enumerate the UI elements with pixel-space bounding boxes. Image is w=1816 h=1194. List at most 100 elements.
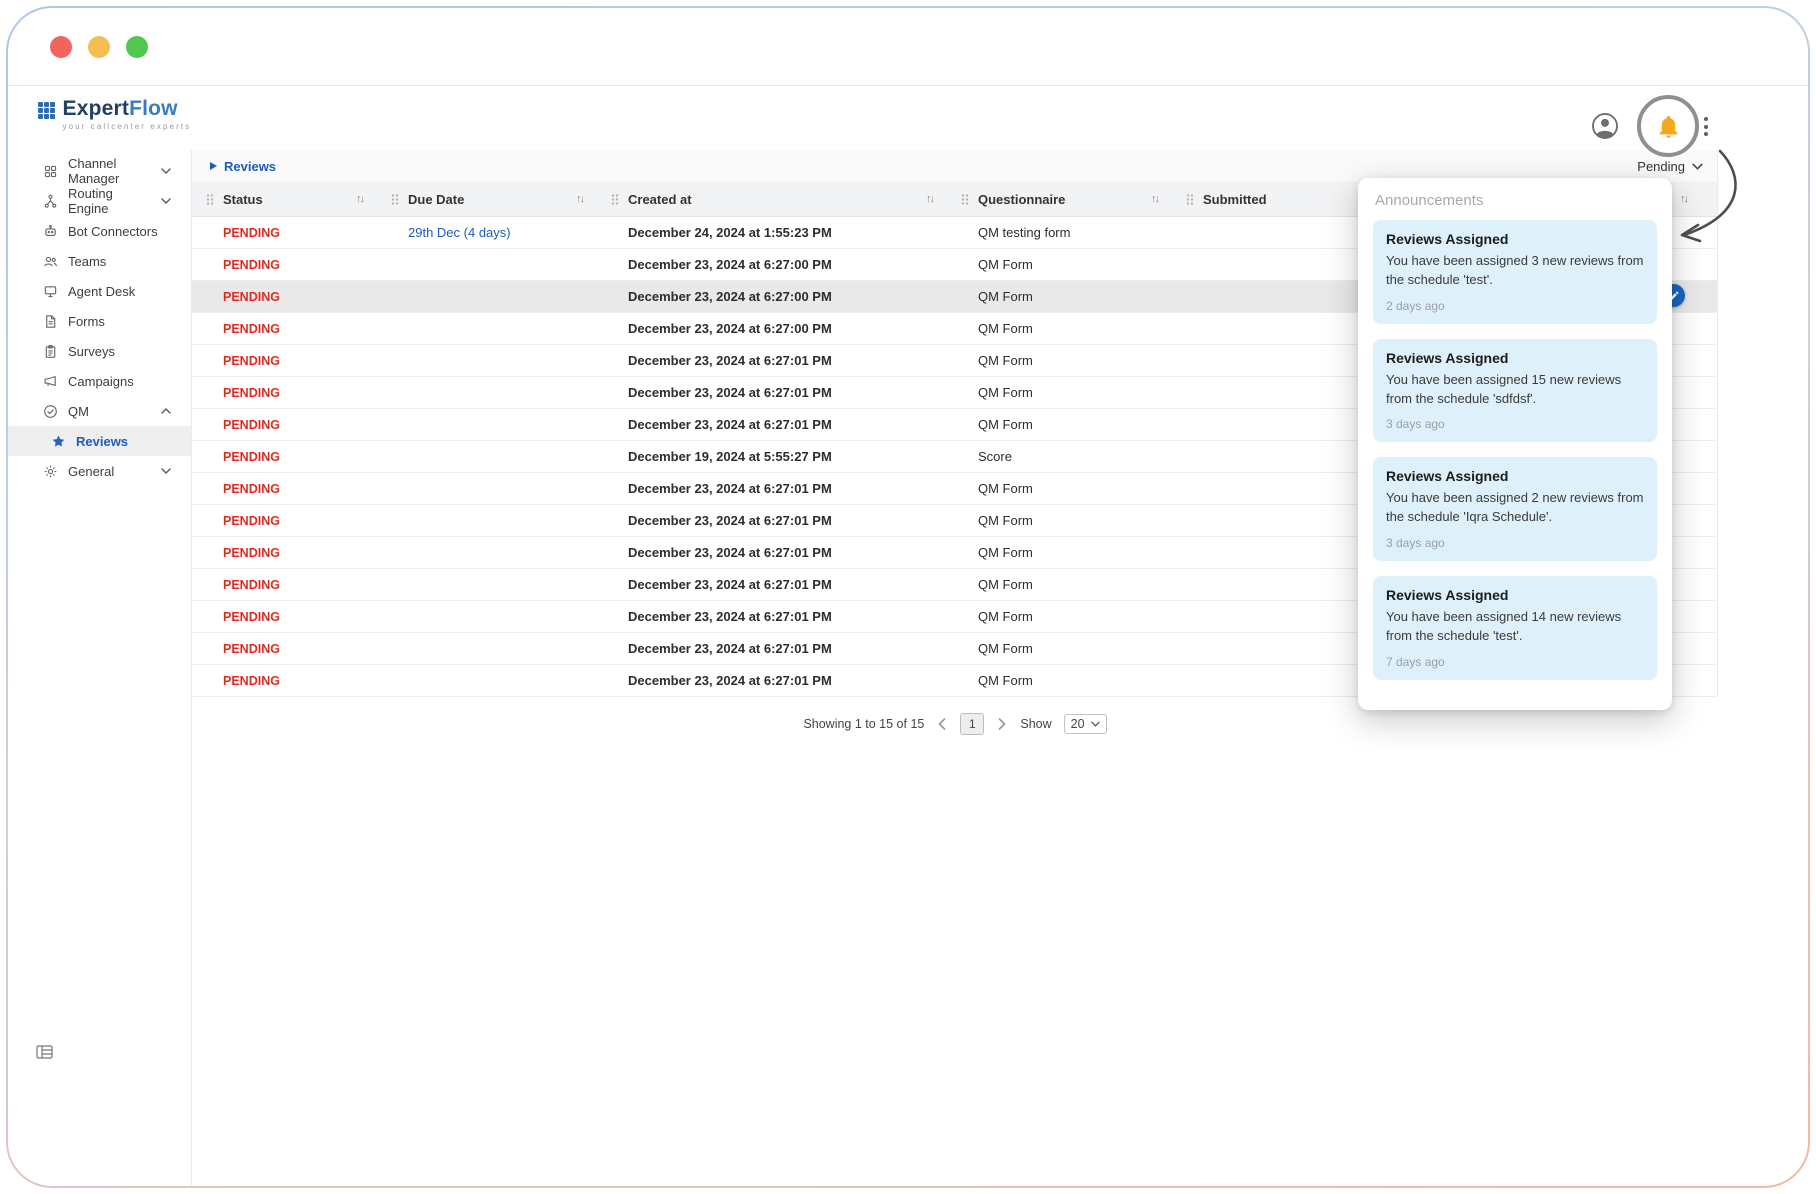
announcement-title: Reviews Assigned	[1386, 468, 1644, 484]
announcement-time: 7 days ago	[1386, 655, 1644, 669]
sidebar-item-routing-engine[interactable]: Routing Engine	[8, 186, 191, 216]
breadcrumb-label: Reviews	[224, 159, 276, 174]
cell-due-date	[377, 632, 597, 664]
cell-created-at: December 23, 2024 at 6:27:01 PM	[597, 504, 947, 536]
announcement-body: You have been assigned 15 new reviews fr…	[1386, 371, 1644, 409]
kebab-menu-icon[interactable]	[1702, 115, 1710, 138]
cell-due-date	[377, 248, 597, 280]
sidebar-item-teams[interactable]: Teams	[8, 246, 191, 276]
cell-status: PENDING	[192, 536, 377, 568]
cell-status: PENDING	[192, 600, 377, 632]
cell-status: PENDING	[192, 664, 377, 696]
cell-created-at: December 23, 2024 at 6:27:01 PM	[597, 408, 947, 440]
cell-status: PENDING	[192, 472, 377, 504]
cell-created-at: December 23, 2024 at 6:27:01 PM	[597, 632, 947, 664]
browser-titlebar	[8, 8, 1808, 86]
sidebar-item-label: Channel Manager	[68, 156, 151, 186]
cell-questionnaire: QM Form	[947, 664, 1172, 696]
sort-icon[interactable]: ↑↓	[576, 193, 583, 205]
close-window-button[interactable]	[50, 36, 72, 58]
cell-questionnaire: QM testing form	[947, 216, 1172, 248]
column-label: Submitted	[1203, 192, 1267, 207]
page-size-select[interactable]: 20	[1064, 714, 1107, 734]
cell-questionnaire: QM Form	[947, 280, 1172, 312]
window-body: ExpertFlow your callcenter experts	[8, 8, 1808, 1186]
sidebar-toggle-icon[interactable]	[36, 1045, 53, 1064]
cell-created-at: December 23, 2024 at 6:27:00 PM	[597, 248, 947, 280]
user-avatar[interactable]	[1591, 112, 1619, 140]
previous-page-button[interactable]	[936, 716, 948, 732]
cell-status: PENDING	[192, 376, 377, 408]
breadcrumb[interactable]: Reviews	[210, 159, 276, 174]
sort-icon[interactable]: ↑↓	[1680, 193, 1687, 205]
sidebar-item-qm[interactable]: QM	[8, 396, 191, 426]
routing-icon	[42, 193, 58, 209]
announcements-title: Announcements	[1375, 192, 1657, 209]
column-header-due-date[interactable]: Due Date ↑↓	[377, 183, 597, 216]
cell-status: PENDING	[192, 344, 377, 376]
cell-questionnaire: QM Form	[947, 248, 1172, 280]
cell-created-at: December 23, 2024 at 6:27:00 PM	[597, 280, 947, 312]
announcement-title: Reviews Assigned	[1386, 587, 1644, 603]
sidebar-item-label: Surveys	[68, 344, 115, 359]
show-label: Show	[1020, 717, 1051, 731]
cell-due-date	[377, 600, 597, 632]
page-size-value: 20	[1071, 717, 1085, 731]
sidebar-item-label: Routing Engine	[68, 186, 151, 216]
cell-due-date	[377, 504, 597, 536]
notification-bell-icon[interactable]	[1655, 113, 1682, 140]
sidebar-item-campaigns[interactable]: Campaigns	[8, 366, 191, 396]
cell-questionnaire: QM Form	[947, 568, 1172, 600]
sidebar-item-surveys[interactable]: Surveys	[8, 336, 191, 366]
next-page-button[interactable]	[996, 716, 1008, 732]
cell-questionnaire: QM Form	[947, 344, 1172, 376]
document-icon	[42, 313, 58, 329]
cell-status: PENDING	[192, 312, 377, 344]
column-header-status[interactable]: Status ↑↓	[192, 183, 377, 216]
sidebar-item-reviews[interactable]: Reviews	[8, 426, 191, 456]
maximize-window-button[interactable]	[126, 36, 148, 58]
sort-icon[interactable]: ↑↓	[926, 193, 933, 205]
sidebar-item-label: Agent Desk	[68, 284, 135, 299]
announcement-body: You have been assigned 2 new reviews fro…	[1386, 489, 1644, 527]
status-filter-value: Pending	[1637, 159, 1685, 174]
cell-due-date	[377, 312, 597, 344]
cell-due-date	[377, 664, 597, 696]
sidebar-item-forms[interactable]: Forms	[8, 306, 191, 336]
cell-questionnaire: QM Form	[947, 632, 1172, 664]
sidebar-item-agent-desk[interactable]: Agent Desk	[8, 276, 191, 306]
due-date-link[interactable]: 29th Dec (4 days)	[408, 225, 511, 240]
sidebar-item-label: Campaigns	[68, 374, 134, 389]
agent-desk-icon	[42, 283, 58, 299]
column-header-created-at[interactable]: Created at ↑↓	[597, 183, 947, 216]
chevron-down-icon	[1091, 721, 1100, 727]
cell-questionnaire: QM Form	[947, 312, 1172, 344]
sidebar-item-bot-connectors[interactable]: Bot Connectors	[8, 216, 191, 246]
page-number-button[interactable]: 1	[960, 713, 984, 735]
minimize-window-button[interactable]	[88, 36, 110, 58]
announcements-panel: Announcements Reviews Assigned You have …	[1358, 178, 1672, 710]
announcement-card[interactable]: Reviews Assigned You have been assigned …	[1373, 220, 1657, 324]
cell-questionnaire: QM Form	[947, 376, 1172, 408]
cell-status: PENDING	[192, 280, 377, 312]
cell-questionnaire: QM Form	[947, 536, 1172, 568]
sidebar-item-channel-manager[interactable]: Channel Manager	[8, 156, 191, 186]
cell-status: PENDING	[192, 568, 377, 600]
announcement-card[interactable]: Reviews Assigned You have been assigned …	[1373, 576, 1657, 680]
sort-icon[interactable]: ↑↓	[1151, 193, 1158, 205]
cell-due-date	[377, 408, 597, 440]
announcement-time: 2 days ago	[1386, 299, 1644, 313]
column-label: Due Date	[408, 192, 464, 207]
column-header-questionnaire[interactable]: Questionnaire ↑↓	[947, 183, 1172, 216]
cell-questionnaire: QM Form	[947, 600, 1172, 632]
cell-due-date	[377, 536, 597, 568]
cell-created-at: December 23, 2024 at 6:27:01 PM	[597, 664, 947, 696]
bot-icon	[42, 223, 58, 239]
announcement-card[interactable]: Reviews Assigned You have been assigned …	[1373, 457, 1657, 561]
status-filter-dropdown[interactable]: Pending	[1637, 159, 1707, 174]
sidebar-item-general[interactable]: General	[8, 456, 191, 486]
sort-icon[interactable]: ↑↓	[356, 193, 363, 205]
expertflow-logo: ExpertFlow your callcenter experts	[38, 98, 191, 131]
announcement-card[interactable]: Reviews Assigned You have been assigned …	[1373, 339, 1657, 443]
cell-created-at: December 23, 2024 at 6:27:00 PM	[597, 312, 947, 344]
